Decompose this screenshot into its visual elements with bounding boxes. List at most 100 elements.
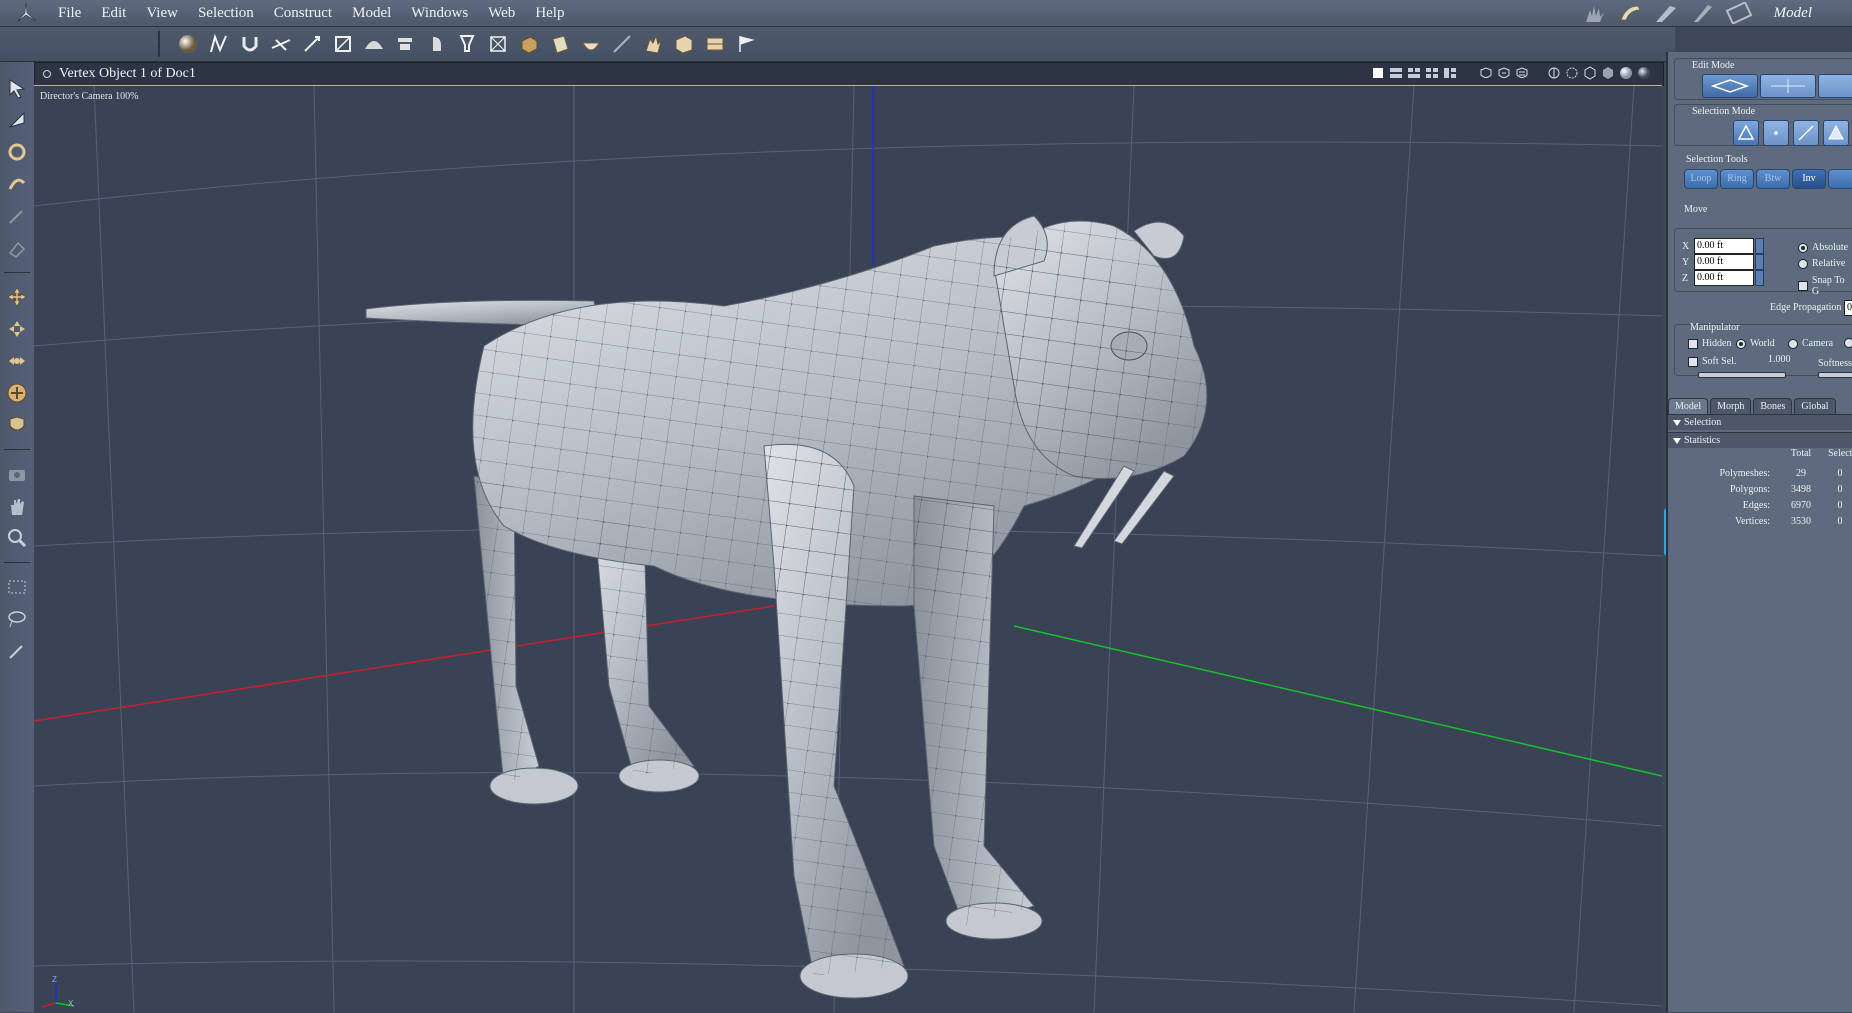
- room-film-icon[interactable]: [1724, 2, 1754, 24]
- move-xz-icon[interactable]: [0, 313, 34, 345]
- pan-hand-icon[interactable]: [0, 490, 34, 522]
- layout-four-icon[interactable]: [1425, 66, 1439, 80]
- room-brush-icon[interactable]: [1688, 2, 1718, 24]
- layout-single-icon[interactable]: [1371, 66, 1385, 80]
- softness-slider[interactable]: [1818, 372, 1852, 378]
- bowl-icon[interactable]: [575, 30, 606, 58]
- layout-two-icon[interactable]: [1389, 66, 1403, 80]
- edit-mode-vertex-button[interactable]: [1702, 74, 1758, 98]
- select-face-icon[interactable]: [0, 104, 34, 136]
- show-hidden-icon[interactable]: [1479, 66, 1493, 80]
- scale-icon[interactable]: [0, 377, 34, 409]
- move-universal-icon[interactable]: [0, 281, 34, 313]
- boolean-icon[interactable]: [699, 30, 730, 58]
- display-texture-icon[interactable]: [1637, 66, 1651, 80]
- cup-icon[interactable]: [451, 30, 482, 58]
- marquee-select-icon[interactable]: [0, 571, 34, 603]
- show-selected-icon[interactable]: [1497, 66, 1511, 80]
- display-wireframe-icon[interactable]: [1565, 66, 1579, 80]
- camera-radio[interactable]: Camera: [1788, 338, 1833, 349]
- show-all-icon[interactable]: [1515, 66, 1529, 80]
- selection-section-header[interactable]: Selection: [1668, 414, 1852, 430]
- shield-tool-icon[interactable]: [0, 409, 34, 441]
- spline-icon[interactable]: [203, 30, 234, 58]
- eraser-icon[interactable]: [0, 232, 34, 264]
- more-tools-button[interactable]: [1828, 169, 1852, 189]
- edit-mode-uv-button[interactable]: [1818, 74, 1852, 98]
- menu-edit[interactable]: Edit: [91, 0, 136, 26]
- toolbar-grip[interactable]: [158, 31, 160, 57]
- flag-icon[interactable]: [730, 30, 761, 58]
- magnet-icon[interactable]: [234, 30, 265, 58]
- between-button[interactable]: Btw: [1756, 169, 1790, 189]
- menu-file[interactable]: File: [48, 0, 91, 26]
- menu-windows[interactable]: Windows: [401, 0, 478, 26]
- display-hidden-line-icon[interactable]: [1583, 66, 1597, 80]
- edge-propagation-input[interactable]: 0.: [1844, 300, 1852, 316]
- z-spinner[interactable]: [1755, 270, 1764, 286]
- edit-mode-object-button[interactable]: [1760, 74, 1816, 98]
- layout-custom-icon[interactable]: [1443, 66, 1457, 80]
- tab-model[interactable]: Model: [1668, 398, 1709, 415]
- sphere-primitive-icon[interactable]: [172, 30, 203, 58]
- select-edge-mode-button[interactable]: [1793, 120, 1819, 146]
- world-radio[interactable]: World: [1736, 338, 1775, 349]
- hemisphere-icon[interactable]: [358, 30, 389, 58]
- select-point-mode-button[interactable]: [1763, 120, 1789, 146]
- lasso-select-icon[interactable]: [0, 603, 34, 635]
- soft-sel-slider[interactable]: [1698, 372, 1786, 378]
- fold-icon[interactable]: [668, 30, 699, 58]
- display-points-icon[interactable]: [1547, 66, 1561, 80]
- tab-morph[interactable]: Morph: [1710, 398, 1752, 415]
- menu-web[interactable]: Web: [478, 0, 525, 26]
- statistics-section-header[interactable]: Statistics: [1668, 432, 1852, 448]
- menu-help[interactable]: Help: [525, 0, 574, 26]
- tab-global[interactable]: Global: [1794, 398, 1836, 415]
- room-pose-icon[interactable]: [1616, 2, 1646, 24]
- knife-icon[interactable]: [265, 30, 296, 58]
- display-smooth-icon[interactable]: [1619, 66, 1633, 80]
- camera-icon[interactable]: [0, 458, 34, 490]
- pen-icon[interactable]: [606, 30, 637, 58]
- camera-label[interactable]: Director's Camera 100%: [40, 91, 138, 102]
- menu-selection[interactable]: Selection: [188, 0, 264, 26]
- app-logo-icon[interactable]: [14, 2, 38, 24]
- snap-checkbox[interactable]: Snap To G: [1798, 275, 1852, 297]
- tab-bones[interactable]: Bones: [1753, 398, 1793, 415]
- select-face-mode-button[interactable]: [1823, 120, 1849, 146]
- extrude-icon[interactable]: [420, 30, 451, 58]
- hidden-checkbox[interactable]: Hidden: [1688, 338, 1731, 349]
- room-hand-icon[interactable]: [1580, 2, 1610, 24]
- room-paint-icon[interactable]: [1652, 2, 1682, 24]
- rotate-icon[interactable]: [0, 136, 34, 168]
- menu-model[interactable]: Model: [342, 0, 401, 26]
- select-vertex-mode-button[interactable]: [1733, 120, 1759, 146]
- cube-icon[interactable]: [513, 30, 544, 58]
- invert-button[interactable]: Inv: [1792, 169, 1826, 189]
- layout-three-icon[interactable]: [1407, 66, 1421, 80]
- paint-select-icon[interactable]: [0, 635, 34, 667]
- menu-view[interactable]: View: [136, 0, 188, 26]
- display-flat-icon[interactable]: [1601, 66, 1615, 80]
- box-mesh-icon[interactable]: [482, 30, 513, 58]
- move-y-icon[interactable]: [0, 345, 34, 377]
- z-input[interactable]: 0.00 ft: [1694, 270, 1754, 286]
- select-arrow-icon[interactable]: [0, 72, 34, 104]
- absolute-radio[interactable]: Absolute: [1798, 242, 1848, 253]
- menu-construct[interactable]: Construct: [264, 0, 342, 26]
- relative-radio[interactable]: Relative: [1798, 258, 1845, 269]
- weld-icon[interactable]: [296, 30, 327, 58]
- soft-sel-checkbox[interactable]: Soft Sel.: [1688, 356, 1736, 367]
- hand-morph-icon[interactable]: [637, 30, 668, 58]
- bevel-icon[interactable]: [327, 30, 358, 58]
- pencil-icon[interactable]: [0, 200, 34, 232]
- lathe-icon[interactable]: [389, 30, 420, 58]
- x-spinner[interactable]: [1755, 238, 1764, 254]
- twist-icon[interactable]: [0, 168, 34, 200]
- viewport-menu-icon[interactable]: [43, 70, 51, 78]
- other-radio[interactable]: [1844, 338, 1852, 348]
- y-spinner[interactable]: [1755, 254, 1764, 270]
- ring-button[interactable]: Ring: [1720, 169, 1754, 189]
- 3d-viewport[interactable]: Director's Camera 100% Z X: [34, 85, 1662, 1013]
- y-input[interactable]: 0.00 ft: [1694, 254, 1754, 270]
